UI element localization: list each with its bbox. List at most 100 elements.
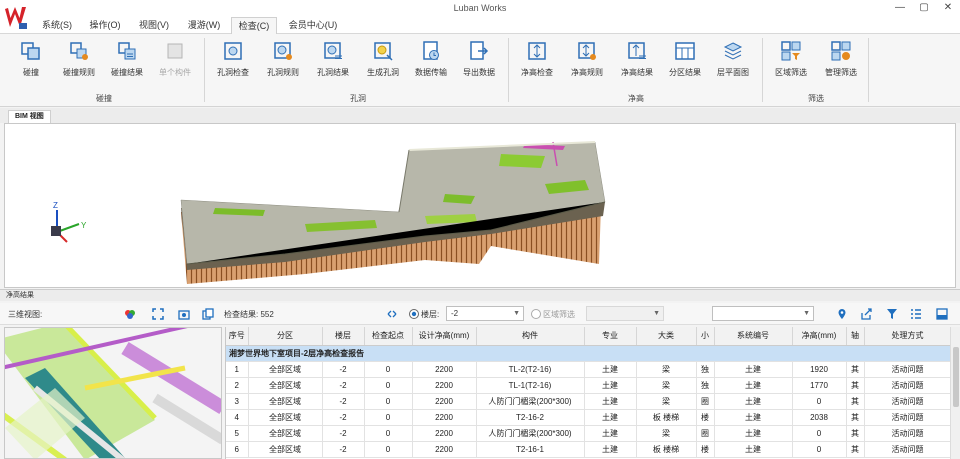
col-axis[interactable]: 轴 (846, 327, 865, 346)
region-filter-label: 区域筛选 (775, 68, 807, 77)
mini-model (5, 328, 221, 458)
table-row[interactable]: 4 全部区域 -2 0 2200 T2-16-2 土建板 楼梯楼土建 2038 其活动问题 (226, 409, 950, 426)
menu-view[interactable]: 视图(V) (132, 17, 176, 34)
scrollbar-thumb[interactable] (953, 347, 959, 407)
mini-3d-view[interactable] (4, 327, 222, 459)
copy-icon[interactable] (202, 308, 214, 320)
manage-filter-button[interactable]: 管理筛选 (818, 40, 864, 78)
table-cell: -2 (322, 361, 365, 378)
table-row[interactable]: 2 全部区域 -2 0 2200 TL-1(T2-16) 土建梁独土建 1770 其活动问题 (226, 377, 950, 394)
share-icon[interactable] (860, 308, 872, 320)
table-cell: 全部区域 (248, 425, 323, 442)
clearance-rule-button[interactable]: 净高规则 (564, 40, 610, 78)
table-cell: 其 (846, 393, 865, 410)
bim-3d-viewport[interactable]: Z Y (4, 123, 956, 288)
table-cell: 活动问题 (864, 361, 950, 378)
table-scrollbar[interactable] (950, 327, 960, 459)
hole-check-button[interactable]: 孔洞检查 (210, 40, 256, 78)
collision-rule-button[interactable]: 碰撞规则 (56, 40, 102, 78)
floor-plan-button[interactable]: 层平面图 (710, 40, 756, 78)
region-radio[interactable] (530, 308, 542, 320)
generate-hole-button[interactable]: 生成孔洞 (360, 40, 406, 78)
floor-radio[interactable] (408, 308, 420, 320)
col-category[interactable]: 大类 (636, 327, 697, 346)
manage-filter-label: 管理筛选 (825, 68, 857, 77)
export-data-label: 导出数据 (463, 68, 495, 77)
table-cell: 4 (226, 409, 249, 426)
collision-button[interactable]: 碰撞 (8, 40, 54, 78)
table-cell: 圈 (696, 425, 715, 442)
col-clear-height[interactable]: 净高(mm) (792, 327, 847, 346)
menu-member[interactable]: 会员中心(U) (281, 17, 345, 34)
single-component-button[interactable]: 单个构件 (152, 40, 198, 78)
floor-select[interactable]: -2 ▼ (446, 306, 524, 321)
clearance-result-button[interactable]: 净高结果 (614, 40, 660, 78)
table-cell: -2 (322, 409, 365, 426)
table-cell: -2 (322, 393, 365, 410)
col-subcategory[interactable]: 小 (696, 327, 715, 346)
table-cell: 土建 (584, 393, 637, 410)
col-handling[interactable]: 处理方式 (864, 327, 950, 346)
table-row[interactable]: 5 全部区域 -2 0 2200 人防门门楣梁(200*300) 土建梁圈土建 0 其活动问题 (226, 425, 950, 442)
location-pin-icon[interactable] (836, 308, 848, 320)
col-system-code[interactable]: 系统编号 (714, 327, 793, 346)
color-icon[interactable] (124, 308, 136, 320)
export-data-icon (470, 41, 489, 60)
table-cell: 活动问题 (864, 393, 950, 410)
clearance-check-button[interactable]: 净高检查 (514, 40, 560, 78)
region-filter-button[interactable]: 区域筛选 (768, 40, 814, 78)
col-discipline[interactable]: 专业 (584, 327, 637, 346)
table-cell: 梁 (636, 377, 697, 394)
table-cell: 活动问题 (864, 441, 950, 458)
col-zone[interactable]: 分区 (248, 327, 323, 346)
table-row[interactable]: 3 全部区域 -2 0 2200 人防门门楣梁(200*300) 土建梁圈土建 0 其活动问题 (226, 393, 950, 410)
table-cell: 1920 (792, 361, 847, 378)
list-icon[interactable] (910, 308, 922, 320)
export-data-button[interactable]: 导出数据 (456, 40, 502, 78)
col-index[interactable]: 序号 (226, 327, 249, 346)
table-cell: 人防门门楣梁(200*300) (476, 393, 585, 410)
region-label: 区域筛选 (543, 310, 575, 319)
table-row[interactable]: 6 全部区域 -2 0 2200 T2-16-1 土建板 楼梯楼土建 0 其活动问题 (226, 441, 950, 458)
camera-icon[interactable] (178, 308, 190, 320)
menu-roam[interactable]: 漫游(W) (180, 17, 228, 34)
table-row[interactable]: 1 全部区域 -2 0 2200 TL-2(T2-16) 土建梁独土建 1920 其活动问题 (226, 361, 950, 378)
region-select[interactable]: ▼ (586, 306, 664, 321)
menu-system[interactable]: 系统(S) (36, 17, 78, 34)
fit-view-icon[interactable] (152, 308, 164, 320)
table-cell: 土建 (584, 441, 637, 458)
col-start[interactable]: 检查起点 (364, 327, 413, 346)
hole-result-button[interactable]: 孔洞结果 (310, 40, 356, 78)
tab-bim-view[interactable]: BIM 视图 (8, 110, 51, 123)
search-select[interactable]: ▼ (712, 306, 814, 321)
collision-result-button[interactable]: 碰撞结果 (104, 40, 150, 78)
report-title-row[interactable]: 湘梦世界地下室项目-2层净高检查报告 (226, 345, 950, 362)
clearance-rule-label: 净高规则 (571, 68, 603, 77)
table-cell: 梁 (636, 361, 697, 378)
zone-result-icon (675, 42, 695, 60)
table-cell: 0 (364, 441, 413, 458)
table-cell: TL-2(T2-16) (476, 361, 585, 378)
filter-icon[interactable] (886, 308, 898, 320)
table-cell: 0 (792, 441, 847, 458)
zone-result-button[interactable]: 分区结果 (662, 40, 708, 78)
data-transfer-button[interactable]: 数据传输 (408, 40, 454, 78)
region-filter-icon (781, 41, 801, 61)
menu-operate[interactable]: 操作(O) (82, 17, 128, 34)
table-cell: 活动问题 (864, 425, 950, 442)
sync-icon[interactable] (386, 308, 398, 320)
axis-gizmo: Z Y (51, 201, 87, 243)
maximize-button[interactable]: ▢ (912, 0, 936, 17)
close-button[interactable]: ✕ (936, 0, 960, 17)
col-design-height[interactable]: 设计净高(mm) (412, 327, 477, 346)
minimize-button[interactable]: — (888, 0, 912, 17)
table-cell: 2200 (412, 393, 477, 410)
col-floor[interactable]: 楼层 (322, 327, 365, 346)
table-cell: -2 (322, 441, 365, 458)
panel-icon[interactable] (936, 308, 948, 320)
col-component[interactable]: 构件 (476, 327, 585, 346)
menu-check[interactable]: 检查(C) (231, 17, 277, 35)
collision-result-label: 碰撞结果 (111, 68, 143, 77)
hole-rule-button[interactable]: 孔洞规则 (260, 40, 306, 78)
table-cell: 2200 (412, 441, 477, 458)
